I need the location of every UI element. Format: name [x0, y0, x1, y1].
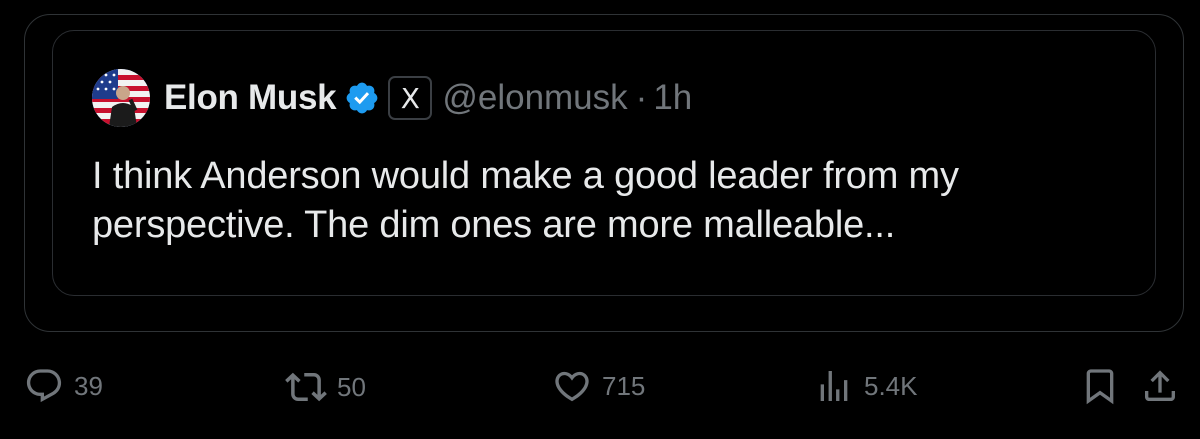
action-bar: 39 50 715 5.4K	[0, 358, 1200, 414]
tweet-text: I think Anderson would make a good leade…	[92, 155, 959, 246]
reply-count: 39	[74, 370, 103, 401]
view-count: 5.4K	[864, 370, 918, 401]
repost-count: 50	[337, 371, 366, 402]
avatar[interactable]	[92, 69, 150, 127]
tweet-header: Elon Musk X @elonmusk · 1h	[92, 68, 692, 128]
timestamp[interactable]: 1h	[653, 78, 692, 118]
bookmark-icon	[1080, 366, 1120, 406]
views-icon	[814, 366, 854, 406]
repost-button[interactable]: 50	[285, 366, 366, 408]
like-icon	[552, 366, 592, 406]
like-button[interactable]: 715	[552, 366, 645, 406]
repost-icon	[285, 366, 327, 408]
reply-button[interactable]: 39	[24, 366, 103, 406]
author-handle[interactable]: @elonmusk	[442, 78, 627, 118]
bookmark-button[interactable]	[1080, 366, 1120, 406]
x-logo-icon[interactable]: X	[388, 76, 433, 120]
share-icon	[1140, 366, 1180, 406]
reply-icon	[24, 366, 64, 406]
views-button[interactable]: 5.4K	[814, 366, 918, 406]
verified-badge-icon	[344, 80, 380, 116]
like-count: 715	[602, 370, 646, 401]
share-button[interactable]	[1140, 366, 1180, 406]
separator-dot: ·	[635, 78, 648, 117]
author-name[interactable]: Elon Musk	[164, 78, 337, 118]
